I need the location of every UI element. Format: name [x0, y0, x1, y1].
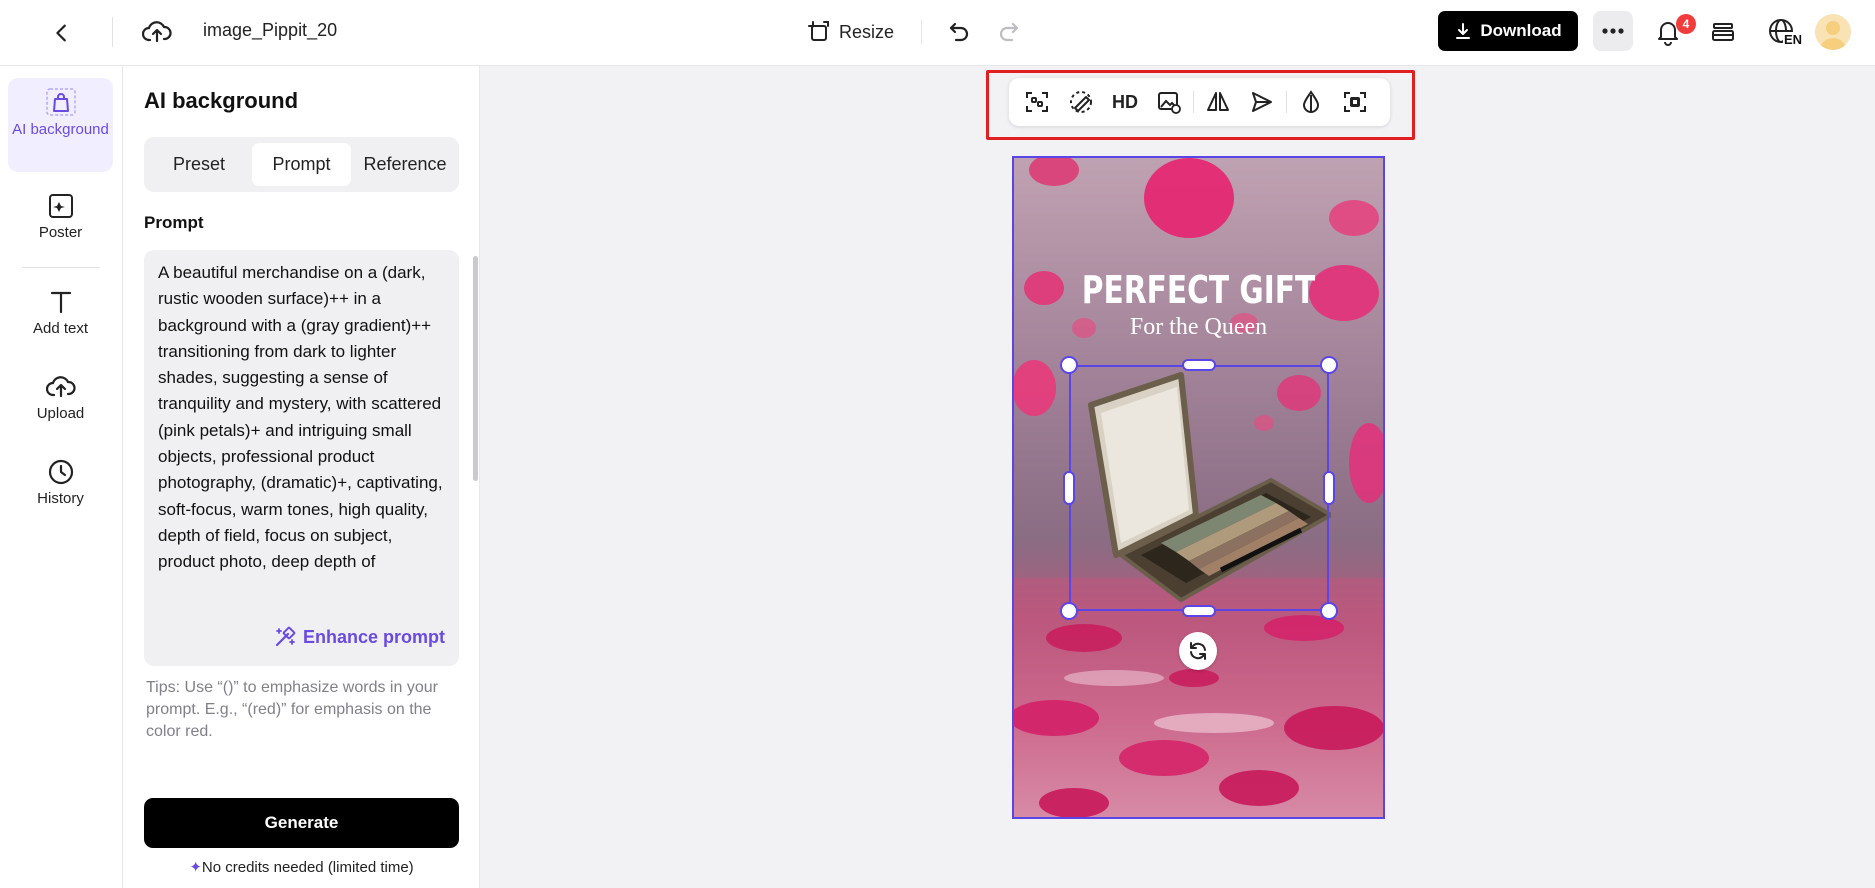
resize-handle-bottom-left[interactable] — [1060, 602, 1078, 620]
prompt-text[interactable]: A beautiful merchandise on a (dark, rust… — [158, 260, 448, 602]
nav-label-ai-background: AI background — [12, 121, 109, 138]
sparkle-icon: ✦ — [189, 859, 202, 876]
resize-handle-top[interactable] — [1182, 359, 1216, 371]
prompt-textarea[interactable]: A beautiful merchandise on a (dark, rust… — [144, 250, 478, 666]
back-button[interactable] — [44, 15, 80, 51]
magic-wand-icon — [275, 626, 296, 647]
nav-item-upload[interactable]: Upload — [8, 373, 113, 422]
hd-upscale-button[interactable]: HD — [1103, 80, 1147, 124]
resize-label: Resize — [839, 21, 895, 42]
enhance-prompt-button[interactable]: Enhance prompt — [273, 625, 445, 649]
layers-button[interactable] — [1705, 14, 1741, 50]
nav-item-history[interactable]: History — [8, 458, 113, 507]
enhance-prompt-label: Enhance prompt — [302, 626, 445, 647]
nav-item-add-text[interactable]: Add text — [8, 288, 113, 337]
resize-handle-top-right[interactable] — [1320, 356, 1338, 374]
upload-cloud-icon — [45, 376, 76, 398]
resize-handle-bottom[interactable] — [1182, 605, 1216, 617]
resize-handle-left[interactable] — [1063, 471, 1075, 505]
text-icon — [50, 291, 71, 314]
user-avatar-icon — [1820, 21, 1846, 50]
rotate-handle[interactable] — [1179, 632, 1217, 670]
prompt-label: Prompt — [144, 213, 204, 232]
more-options-button[interactable] — [1593, 11, 1633, 51]
prompt-tips: Tips: Use “()” to emphasize words in you… — [146, 679, 438, 740]
focus-icon[interactable] — [1333, 80, 1377, 124]
resize-button[interactable]: Resize — [807, 16, 894, 48]
credits-note: ✦No credits needed (limited time) — [144, 858, 459, 876]
poster-title[interactable]: PERFECT GIFT — [1055, 268, 1343, 312]
clock-icon — [48, 459, 73, 485]
file-name[interactable]: image_Pippit_20 — [203, 20, 337, 41]
nav-label-add-text: Add text — [32, 320, 89, 337]
nav-label-history: History — [37, 490, 84, 507]
download-button[interactable]: Download — [1438, 11, 1578, 51]
top-bar: image_Pippit_20 Resize Download 4 EN — [0, 0, 1875, 66]
tab-preset[interactable]: Preset — [150, 143, 248, 186]
language-button[interactable]: EN — [1760, 12, 1804, 52]
poster-subtitle[interactable]: For the Queen — [1014, 314, 1383, 341]
left-nav: AI background Poster Add text Upload His… — [0, 66, 123, 888]
floating-image-toolbar: HD — [1009, 78, 1390, 126]
notification-badge: 4 — [1676, 14, 1696, 34]
resize-handle-right[interactable] — [1323, 471, 1335, 505]
send-backward-icon[interactable] — [1240, 80, 1284, 124]
tab-group: Preset Prompt Reference — [144, 137, 459, 192]
prompt-scrollbar[interactable] — [473, 256, 478, 481]
image-replace-icon[interactable] — [1147, 80, 1191, 124]
resize-handle-bottom-right[interactable] — [1320, 602, 1338, 620]
resize-icon — [808, 21, 829, 41]
download-icon — [1456, 23, 1471, 39]
opacity-icon[interactable] — [1289, 80, 1333, 124]
undo-button[interactable] — [942, 14, 976, 48]
rotate-icon — [1190, 642, 1206, 660]
nav-label-upload: Upload — [36, 405, 85, 422]
chevron-left-icon — [56, 24, 66, 42]
credits-note-text: No credits needed (limited time) — [201, 859, 414, 876]
cloud-save-button[interactable] — [138, 14, 176, 50]
redo-icon — [999, 22, 1019, 42]
ai-background-panel: AI background Preset Prompt Reference Pr… — [123, 66, 480, 888]
cloud-upload-icon — [142, 21, 172, 43]
nav-label-poster: Poster — [38, 224, 83, 241]
selection-box[interactable] — [1069, 365, 1329, 611]
magic-eraser-icon[interactable] — [1059, 80, 1103, 124]
language-code: EN — [1783, 32, 1804, 47]
avatar[interactable] — [1815, 14, 1851, 50]
nav-item-poster[interactable]: Poster — [8, 192, 113, 241]
tab-prompt[interactable]: Prompt — [252, 143, 351, 186]
flip-icon[interactable] — [1196, 80, 1240, 124]
cutout-icon[interactable] — [1015, 80, 1059, 124]
stack-icon — [1712, 23, 1734, 41]
more-dots-icon — [1602, 28, 1624, 34]
resize-handle-top-left[interactable] — [1060, 356, 1078, 374]
download-label: Download — [1480, 21, 1562, 40]
poster-icon — [48, 194, 73, 218]
tab-reference[interactable]: Reference — [355, 143, 455, 186]
redo-button[interactable] — [992, 14, 1026, 48]
bag-icon — [45, 88, 76, 116]
nav-item-ai-background[interactable]: AI background — [8, 78, 113, 172]
panel-title: AI background — [144, 88, 299, 113]
undo-icon — [949, 22, 969, 42]
generate-button[interactable]: Generate — [144, 798, 459, 848]
